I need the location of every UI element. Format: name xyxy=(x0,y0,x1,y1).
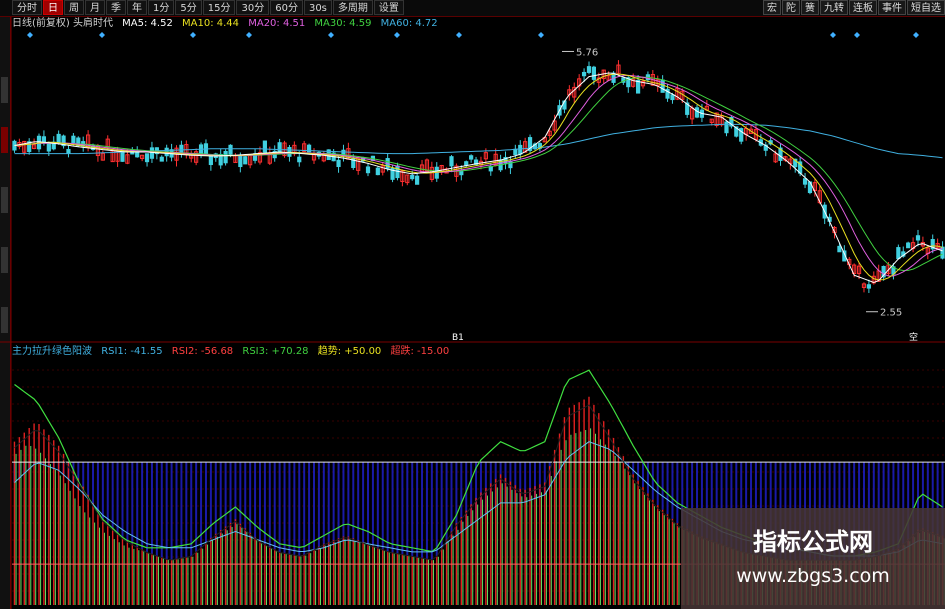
signal-diamond xyxy=(190,32,196,38)
candle-body xyxy=(518,144,523,155)
candle-body xyxy=(66,148,71,154)
signal-diamond xyxy=(246,32,252,38)
candle-body xyxy=(375,167,380,176)
ma5-line xyxy=(14,72,943,284)
candle-body xyxy=(508,160,513,169)
price-legend-title: 日线(前复权) 头肩时代 xyxy=(12,18,113,29)
candle-body xyxy=(365,166,371,174)
candle-body xyxy=(906,242,911,249)
rsi3-label: RSI3: +70.28 xyxy=(242,346,309,357)
trend-label: 趋势: +50.00 xyxy=(317,346,382,357)
candle-body xyxy=(297,156,302,163)
signal-diamond xyxy=(456,32,462,38)
signal-diamond xyxy=(913,32,919,38)
signal-diamond xyxy=(394,32,400,38)
candle-body xyxy=(287,147,292,157)
price-legend: 日线(前复权) 头肩时代 MA5: 4.52 MA10: 4.44 MA20: … xyxy=(12,17,444,31)
candle-body xyxy=(243,156,248,165)
ma30-line xyxy=(14,76,943,272)
ma5-label: MA5: 4.52 xyxy=(122,18,173,29)
candle-body xyxy=(449,156,454,167)
watermark: 指标公式网 www.zbgs3.com xyxy=(681,508,945,609)
watermark-url: www.zbgs3.com xyxy=(736,565,890,587)
candle-body xyxy=(56,133,61,143)
candle-body xyxy=(179,144,184,154)
candle-body xyxy=(586,66,592,73)
candle-body xyxy=(149,147,155,159)
oversold-label: 超跌: -15.00 xyxy=(390,346,450,357)
signal-diamond xyxy=(854,32,860,38)
candle-body xyxy=(635,79,641,94)
signal-diamond xyxy=(99,32,105,38)
candle-body xyxy=(336,159,341,168)
candle-body xyxy=(724,121,729,134)
sell-marker: 空 xyxy=(909,331,918,343)
candle-body xyxy=(802,178,808,185)
candle-body xyxy=(228,144,233,155)
signal-diamond xyxy=(830,32,836,38)
indicator-legend-title: 主力拉升绿色阳波 xyxy=(12,346,92,357)
candle-body xyxy=(238,155,243,168)
candle-body xyxy=(144,153,150,163)
candle-body xyxy=(410,174,415,180)
ma20-label: MA20: 4.51 xyxy=(248,18,306,29)
candle-body xyxy=(915,235,921,241)
candle-body xyxy=(71,135,76,144)
rsi2-label: RSI2: -56.68 xyxy=(171,346,234,357)
candle-body xyxy=(896,247,901,260)
watermark-title: 指标公式网 xyxy=(753,528,873,556)
candle-body xyxy=(46,141,51,152)
candle-body xyxy=(208,155,213,166)
candle-body xyxy=(464,161,469,166)
candle-body xyxy=(159,156,164,162)
candle-body xyxy=(581,71,587,77)
ma30-label: MA30: 4.59 xyxy=(314,18,372,29)
indicator-legend: 主力拉升绿色阳波 RSI1: -41.55 RSI2: -56.68 RSI3:… xyxy=(12,345,455,359)
signal-diamond xyxy=(538,32,544,38)
ma10-line xyxy=(14,73,943,281)
candle-body xyxy=(866,284,871,289)
candle-body xyxy=(415,175,420,185)
buy-marker: B1 xyxy=(452,333,464,343)
ma60-label: MA60: 4.72 xyxy=(380,18,438,29)
candle-body xyxy=(277,142,282,154)
candle-body xyxy=(513,148,518,156)
high-price-label: 5.76 xyxy=(576,47,598,58)
candle-body xyxy=(591,66,596,80)
ma10-label: MA10: 4.44 xyxy=(182,18,240,29)
candle-body xyxy=(469,155,474,160)
candle-body xyxy=(223,150,228,164)
signal-diamond xyxy=(328,32,334,38)
candle-body xyxy=(670,94,675,101)
rsi1-label: RSI1: -41.55 xyxy=(101,346,163,357)
candle-body xyxy=(837,245,842,253)
signal-diamond xyxy=(27,32,33,38)
low-price-label: 2.55 xyxy=(880,308,902,319)
candle-body xyxy=(262,140,267,153)
candle-body xyxy=(694,107,700,118)
